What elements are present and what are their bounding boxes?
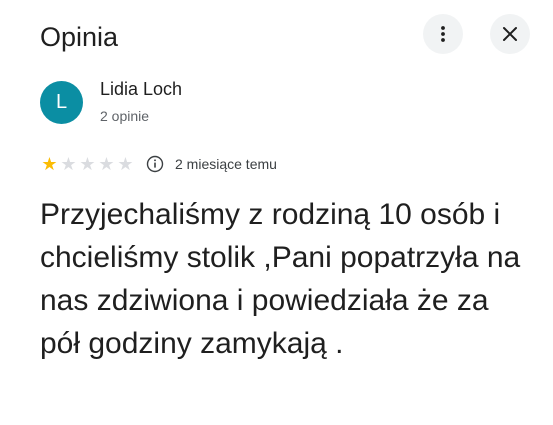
star-empty-icon: ★	[60, 154, 77, 174]
review-author[interactable]: L Lidia Loch 2 opinie	[40, 78, 520, 130]
author-name[interactable]: Lidia Loch	[100, 78, 182, 100]
review-timestamp: 2 miesiące temu	[175, 156, 277, 172]
more-options-button[interactable]	[423, 14, 463, 54]
review-header: Opinia	[0, 0, 553, 78]
star-empty-icon: ★	[117, 154, 134, 174]
author-review-count: 2 opinie	[100, 108, 150, 124]
page-title: Opinia	[40, 22, 119, 52]
star-empty-icon: ★	[98, 154, 115, 174]
info-icon[interactable]	[145, 154, 165, 174]
avatar[interactable]: L	[40, 81, 83, 124]
close-button[interactable]	[490, 14, 530, 54]
close-icon	[503, 27, 517, 41]
more-vert-icon	[441, 26, 445, 42]
star-rating: ★ ★ ★ ★ ★	[40, 154, 135, 174]
star-empty-icon: ★	[79, 154, 96, 174]
rating-row: ★ ★ ★ ★ ★ 2 miesiące temu	[40, 153, 277, 175]
star-filled-icon: ★	[41, 154, 58, 174]
review-text: Przyjechaliśmy z rodziną 10 osób i chcie…	[40, 198, 521, 360]
